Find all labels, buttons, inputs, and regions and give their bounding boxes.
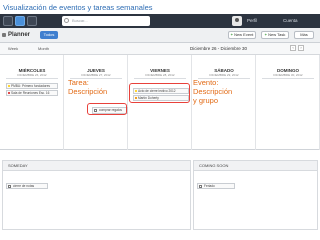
annotation-line: y grupo xyxy=(193,96,219,105)
view-tabs: Week Month Diciembre 26 - Diciembre 30 ‹… xyxy=(0,43,320,55)
event-annotation: Evento: Descripción y grupo xyxy=(193,78,232,105)
app-top-bar: Buscar... Perfil Cuenta xyxy=(0,14,320,28)
divider xyxy=(134,78,186,79)
annotation-line: Descripción xyxy=(68,87,108,96)
day-column[interactable]: DOMINGO DICIEMBRE 30, 2012 xyxy=(256,55,320,150)
annotation-line: Evento: xyxy=(193,78,219,87)
day-date: DICIEMBRE 29, 2012 xyxy=(209,73,239,77)
task-label: Feriado xyxy=(204,184,215,188)
planner-toolbar: Planner Todos + New Event + New Task Más xyxy=(0,28,320,43)
new-task-button[interactable]: + New Task xyxy=(261,31,289,39)
previous-week-button[interactable]: ‹ xyxy=(290,45,296,51)
page-title: Visualización de eventos y tareas semana… xyxy=(3,3,153,12)
day-date: DICIEMBRE 28, 2012 xyxy=(145,73,175,77)
annotation-line: Descripción xyxy=(193,87,233,96)
event-color-dot xyxy=(8,92,10,94)
search-placeholder: Buscar... xyxy=(72,18,88,23)
new-task-label: New Task xyxy=(268,32,286,37)
profile-link[interactable]: Perfil xyxy=(247,18,257,23)
panel-title: SOMEDAY xyxy=(3,161,190,171)
account-menu[interactable]: Cuenta xyxy=(283,18,298,23)
avatar[interactable] xyxy=(232,16,242,26)
day-column[interactable]: MIÉRCOLES DICIEMBRE 26, 2012 xyxy=(0,55,64,150)
event-item[interactable]: Sala de Reuniones Esc. 16 xyxy=(6,90,58,96)
new-event-button[interactable]: + New Event xyxy=(228,31,256,39)
event-label: Sala de Reuniones Esc. 16 xyxy=(11,91,50,95)
event-highlight-box xyxy=(129,83,190,103)
task-item[interactable]: Feriado xyxy=(197,183,235,189)
tab-month[interactable]: Month xyxy=(38,46,49,51)
plus-icon: + xyxy=(230,32,233,37)
search-input[interactable]: Buscar... xyxy=(62,16,150,26)
tab-week[interactable]: Week xyxy=(8,46,18,51)
filter-dropdown[interactable]: Todos xyxy=(40,31,58,39)
divider xyxy=(6,78,58,79)
task-label: cierre de notas xyxy=(13,184,35,188)
task-item[interactable]: cierre de notas xyxy=(6,183,48,189)
task-checkbox[interactable] xyxy=(8,185,11,188)
home-icon[interactable] xyxy=(3,16,13,26)
new-event-label: New Event xyxy=(234,32,254,37)
more-button[interactable]: Más xyxy=(294,31,314,39)
date-range: Diciembre 26 - Diciembre 30 xyxy=(190,46,248,51)
coming-soon-panel: COMING SOON Feriado xyxy=(193,160,318,230)
event-item[interactable]: PMBU: Primero fundadores xyxy=(6,83,58,89)
next-week-button[interactable]: › xyxy=(298,45,304,51)
plus-icon: + xyxy=(264,32,267,37)
day-date: DICIEMBRE 30, 2012 xyxy=(273,73,303,77)
panel-title: COMING SOON xyxy=(194,161,317,171)
app-name: Planner xyxy=(1,32,31,38)
event-color-dot xyxy=(8,85,10,87)
grid-apps-icon[interactable] xyxy=(27,16,37,26)
day-date: DICIEMBRE 26, 2012 xyxy=(17,73,47,77)
annotation-line: Tarea: xyxy=(68,78,89,87)
task-annotation: Tarea: Descripción xyxy=(68,78,107,96)
planner-check-icon[interactable] xyxy=(15,16,25,26)
task-highlight-box xyxy=(87,103,127,115)
someday-panel: SOMEDAY cierre de notas xyxy=(2,160,191,230)
divider xyxy=(262,78,314,79)
search-icon xyxy=(64,18,69,23)
event-label: PMBU: Primero fundadores xyxy=(11,84,50,88)
task-checkbox[interactable] xyxy=(199,185,202,188)
day-date: DICIEMBRE 27, 2012 xyxy=(81,73,111,77)
